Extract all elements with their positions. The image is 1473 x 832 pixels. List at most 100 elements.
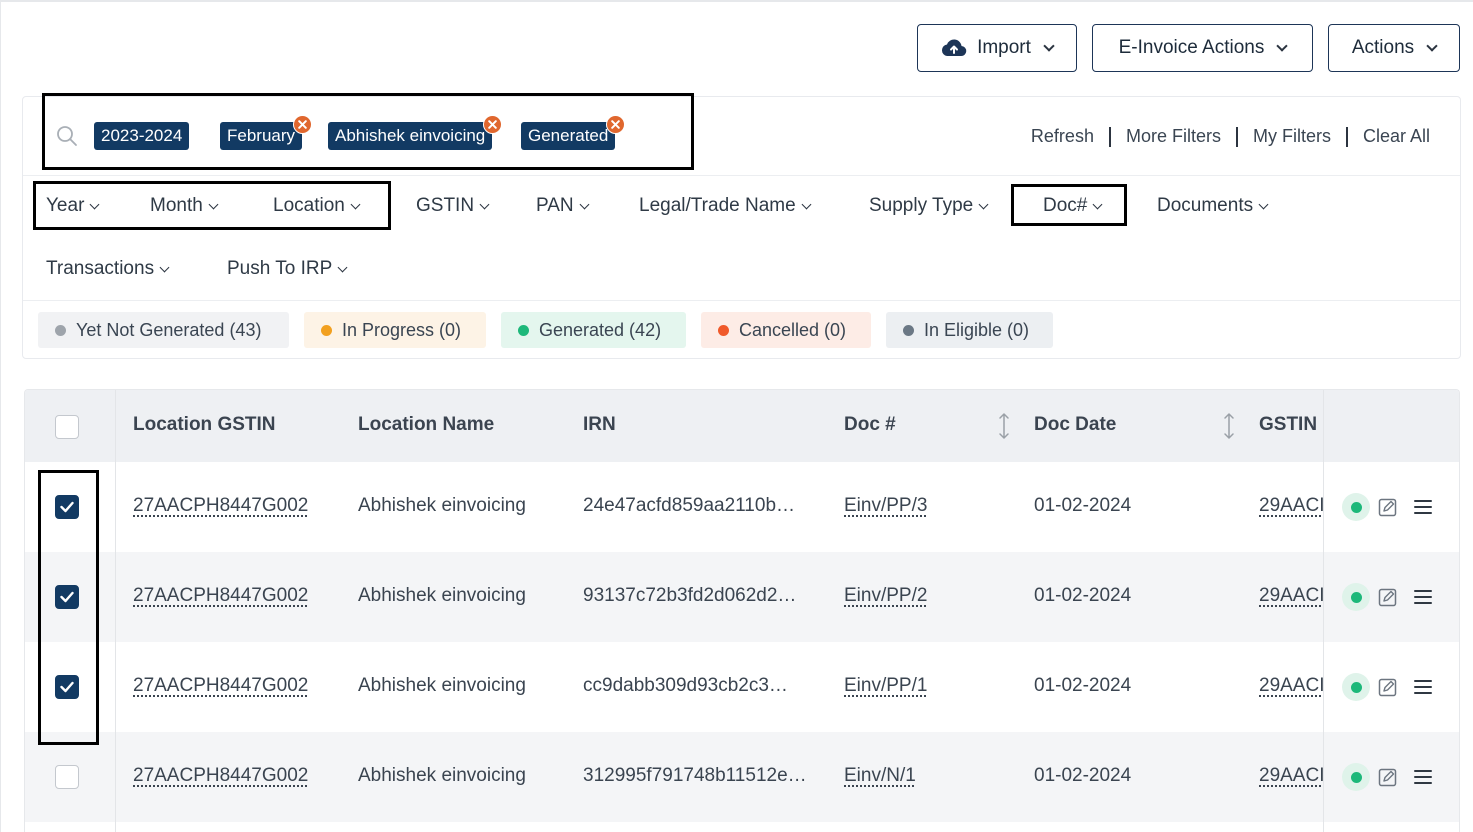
gstin-cell[interactable]: 29AACI (1259, 765, 1323, 787)
chevron-down-icon (337, 262, 348, 272)
table-row: 27AACPH8447G002 Abhishek einvoicing cc9d… (25, 642, 1459, 732)
location-dropdown[interactable]: Location (273, 195, 361, 217)
sort-icon[interactable] (997, 412, 1011, 440)
legal-trade-name-dropdown[interactable]: Legal/Trade Name (639, 195, 812, 217)
header-location-gstin[interactable]: Location GSTIN (133, 414, 276, 436)
close-icon[interactable] (293, 115, 313, 134)
location-gstin-cell[interactable]: 27AACPH8447G002 (133, 765, 308, 787)
dropdown-label: Month (150, 195, 203, 216)
chevron-down-icon (1092, 199, 1103, 209)
pill-label: In Progress (0) (342, 319, 462, 340)
status-dot-icon (1342, 673, 1370, 701)
dropdown-label: Supply Type (869, 195, 974, 216)
dropdown-label: PAN (536, 195, 574, 216)
table-row: 27AACPH8447G002 Abhishek einvoicing 24e4… (25, 462, 1459, 552)
check-icon (60, 681, 74, 693)
dropdown-label: Location (273, 195, 345, 216)
header-doc-number[interactable]: Doc # (844, 414, 896, 436)
doc-number-cell[interactable]: Einv/PP/2 (844, 585, 927, 607)
check-icon (60, 591, 74, 603)
chevron-down-icon (978, 199, 989, 209)
chip-label: Abhishek einvoicing (335, 126, 486, 145)
edit-icon[interactable] (1377, 676, 1399, 698)
header-gstin[interactable]: GSTIN (1259, 414, 1317, 436)
gstin-cell[interactable]: 29AACI (1259, 495, 1323, 517)
top-border (0, 0, 1473, 2)
actions-button[interactable]: Actions (1328, 24, 1460, 72)
table-row: 27AACPH8447G002 Abhishek einvoicing 9313… (25, 552, 1459, 642)
pill-yet-not-generated[interactable]: Yet Not Generated (43) (38, 312, 289, 348)
divider (23, 175, 1460, 176)
chip-label: February (227, 126, 296, 145)
pill-label: In Eligible (0) (924, 319, 1030, 340)
sort-icon[interactable] (1222, 412, 1236, 440)
chevron-down-icon (1426, 39, 1438, 52)
transactions-dropdown[interactable]: Transactions (46, 258, 170, 280)
location-gstin-cell[interactable]: 27AACPH8447G002 (133, 675, 308, 697)
push-to-irp-dropdown[interactable]: Push To IRP (227, 258, 348, 280)
doc-number-cell[interactable]: Einv/N/1 (844, 765, 916, 787)
doc-number-dropdown[interactable]: Doc# (1043, 195, 1103, 217)
status-dot-icon (718, 324, 729, 336)
pan-dropdown[interactable]: PAN (536, 195, 590, 217)
menu-icon[interactable] (1412, 586, 1434, 608)
doc-number-cell[interactable]: Einv/PP/1 (844, 675, 927, 697)
refresh-link[interactable]: Refresh (1031, 126, 1094, 147)
pill-label: Cancelled (0) (739, 319, 847, 340)
header-location-name[interactable]: Location Name (358, 414, 494, 436)
irn-cell: 24e47acfd859aa2110b… (583, 495, 796, 516)
chip-label: Generated (528, 126, 609, 145)
pill-in-eligible[interactable]: In Eligible (0) (886, 312, 1053, 348)
edit-icon[interactable] (1377, 586, 1399, 608)
dropdown-label: Year (46, 195, 85, 216)
filter-chip-year: 2023-2024 (94, 122, 190, 150)
pill-generated[interactable]: Generated (42) (501, 312, 686, 348)
dropdown-label: Doc# (1043, 195, 1088, 216)
filter-chip-status: Generated (521, 115, 626, 150)
more-filters-link[interactable]: More Filters (1126, 126, 1221, 147)
status-dot-icon (321, 324, 332, 336)
menu-icon[interactable] (1412, 676, 1434, 698)
row-checkbox[interactable] (55, 765, 79, 789)
location-name-cell: Abhishek einvoicing (358, 675, 526, 696)
chevron-down-icon (1258, 199, 1269, 209)
pill-in-progress[interactable]: In Progress (0) (304, 312, 486, 348)
header-doc-date[interactable]: Doc Date (1034, 414, 1116, 436)
row-checkbox[interactable] (55, 585, 79, 609)
location-gstin-cell[interactable]: 27AACPH8447G002 (133, 495, 308, 517)
edit-icon[interactable] (1377, 766, 1399, 788)
gstin-cell[interactable]: 29AACI (1259, 675, 1323, 697)
dropdown-label: GSTIN (416, 195, 475, 216)
menu-icon[interactable] (1412, 766, 1434, 788)
divider (23, 300, 1460, 301)
gstin-cell[interactable]: 29AACI (1259, 585, 1323, 607)
select-all-checkbox[interactable] (55, 415, 79, 439)
doc-date-cell: 01-02-2024 (1034, 675, 1132, 696)
pill-cancelled[interactable]: Cancelled (0) (701, 312, 871, 348)
dropdown-label: Push To IRP (227, 258, 333, 279)
column-divider (1323, 390, 1324, 832)
gstin-dropdown[interactable]: GSTIN (416, 195, 490, 217)
import-button[interactable]: Import (917, 24, 1077, 72)
doc-date-cell: 01-02-2024 (1034, 765, 1132, 786)
row-checkbox[interactable] (55, 675, 79, 699)
edit-icon[interactable] (1377, 496, 1399, 518)
einvoice-actions-button[interactable]: E-Invoice Actions (1092, 24, 1313, 72)
year-dropdown[interactable]: Year (46, 195, 100, 217)
month-dropdown[interactable]: Month (150, 195, 219, 217)
my-filters-link[interactable]: My Filters (1253, 126, 1331, 147)
einvoice-actions-label: E-Invoice Actions (1118, 37, 1265, 58)
chevron-down-icon (208, 199, 219, 209)
doc-number-cell[interactable]: Einv/PP/3 (844, 495, 927, 517)
row-checkbox[interactable] (55, 495, 79, 519)
table-row: 27AACPH8447G002 Abhishek einvoicing 3129… (25, 732, 1459, 822)
supply-type-dropdown[interactable]: Supply Type (869, 195, 989, 217)
menu-icon[interactable] (1412, 496, 1434, 518)
header-irn[interactable]: IRN (583, 414, 616, 436)
left-border (0, 0, 1, 832)
pill-label: Yet Not Generated (43) (76, 319, 262, 340)
clear-all-link[interactable]: Clear All (1363, 126, 1430, 147)
documents-dropdown[interactable]: Documents (1157, 195, 1269, 217)
chevron-down-icon (350, 199, 361, 209)
location-gstin-cell[interactable]: 27AACPH8447G002 (133, 585, 308, 607)
